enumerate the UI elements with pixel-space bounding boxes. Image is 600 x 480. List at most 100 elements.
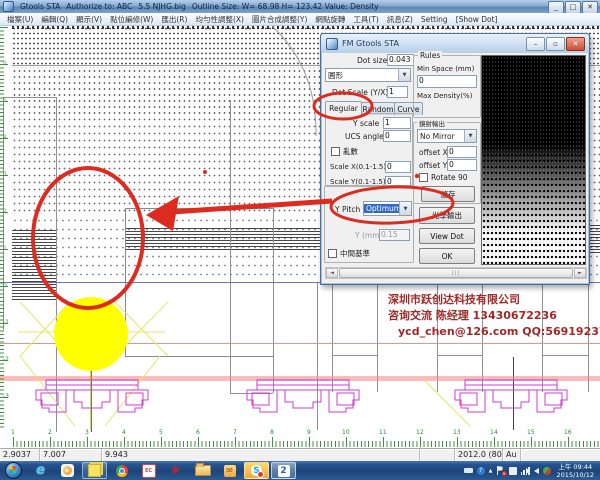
y-scale-input[interactable]: 1 <box>383 117 411 129</box>
offset-y-input[interactable]: 0 <box>447 159 477 171</box>
menu-view[interactable]: 顯示(V) <box>72 13 106 26</box>
vertical-ruler <box>0 26 10 430</box>
yellow-guide-line <box>20 302 70 356</box>
chevron-down-icon[interactable]: ▼ <box>464 130 476 142</box>
dialog-title: FM Gtools STA <box>342 39 399 48</box>
window-title: Gtools STA <box>20 2 60 11</box>
taskbar: e ▶ EC ❋ ✉ S 2 ? ▲ ✕ 上午 09:44 2015/10/12 <box>0 461 600 480</box>
menu-dot-edit[interactable]: 點位編修(W) <box>106 13 157 26</box>
taskbar-red-app[interactable]: ❋ <box>163 462 188 479</box>
ruler-label: -3 <box>3 394 9 400</box>
status-cell-spacer <box>521 449 600 461</box>
ruler-label: -1 <box>3 320 9 326</box>
rotate-90-checkbox[interactable]: Rotate 90 <box>419 173 467 182</box>
ruler-label: 16 <box>564 430 572 436</box>
checkbox-icon <box>328 249 337 258</box>
ruler-label: 1 <box>11 430 15 436</box>
ucs-angle-label: UCS angle <box>345 132 384 141</box>
offset-x-input[interactable]: 0 <box>447 146 477 158</box>
taskbar-media-player[interactable]: ▶ <box>55 462 80 479</box>
help-icon[interactable]: ? <box>477 467 485 475</box>
hidden-icons-chevron[interactable]: ▲ <box>489 467 493 475</box>
scrollbar-thumb[interactable]: ||| <box>339 268 573 278</box>
mirror-select[interactable]: No Mirror ▼ <box>417 129 477 143</box>
menu-export[interactable]: 匯出(R) <box>157 13 191 26</box>
middle-reference-checkbox[interactable]: 中間基準 <box>328 248 370 259</box>
media-player-icon: ▶ <box>61 464 74 477</box>
dialog-minimize-button[interactable]: – <box>526 37 545 51</box>
chevron-down-icon[interactable]: ▼ <box>399 202 411 215</box>
save-button[interactable]: 儲存 <box>421 186 475 202</box>
scroll-right-arrow[interactable]: ► <box>574 268 586 278</box>
menu-compose[interactable]: 圖片合成調整(Y) <box>248 13 311 26</box>
menu-tools[interactable]: 工具(T) <box>349 13 382 26</box>
action-center-flag-icon[interactable]: ✕ <box>497 466 505 475</box>
dialog-close-button[interactable]: ✕ <box>566 37 585 51</box>
y-pitch-label: Y Pitch <box>335 205 360 214</box>
dialog-maximize-button[interactable]: ▫ <box>546 37 565 51</box>
ruler-label: 3 <box>85 430 89 436</box>
menu-rotate[interactable]: 網點旋轉 <box>311 13 349 26</box>
ruler-label: 9 <box>307 430 311 436</box>
clock-date: 2015/10/12 <box>557 471 594 479</box>
taskbar-outlook[interactable]: ✉ <box>217 462 242 479</box>
dot-shape-select[interactable]: 圓形 ▼ <box>325 68 411 82</box>
ruler-label: 6 <box>3 61 7 67</box>
yellow-guide-line <box>105 356 160 426</box>
ruler-label: 2 <box>3 209 7 215</box>
menu-show-dot[interactable]: [Show Dot] <box>452 14 502 25</box>
ruler-label: 5 <box>159 430 163 436</box>
scroll-left-arrow[interactable]: ◄ <box>326 268 338 278</box>
cad-line <box>437 355 482 356</box>
ucs-angle-input[interactable]: 0 <box>383 130 411 142</box>
taskbar-clock[interactable]: 上午 09:44 2015/10/12 <box>555 463 600 479</box>
min-space-input[interactable]: 0 <box>417 75 477 88</box>
menu-file[interactable]: 檔案(U) <box>3 13 37 26</box>
taskbar-chrome[interactable] <box>109 462 134 479</box>
dialog-horizontal-scrollbar[interactable]: ◄ ||| ► <box>325 267 587 279</box>
volume-icon[interactable] <box>534 468 539 474</box>
cad-line <box>230 100 231 393</box>
folder-icon <box>195 465 211 476</box>
status-cell-y: 7.007 <box>40 449 102 461</box>
ime-icon[interactable] <box>509 467 517 475</box>
dot-size-input[interactable]: 0.043 <box>387 54 414 66</box>
start-button[interactable] <box>1 462 26 479</box>
scale-x-input[interactable]: 0 <box>385 161 411 173</box>
guide-red-line <box>0 343 600 344</box>
chevron-down-icon[interactable]: ▼ <box>398 69 410 81</box>
dot-scale-input[interactable]: 1 <box>387 86 408 98</box>
taskbar-internet-explorer[interactable]: e <box>28 462 53 479</box>
status-cell-z: 9.943 <box>102 449 420 461</box>
menu-info[interactable]: 訊息(Z) <box>383 13 417 26</box>
outlook-icon: ✉ <box>224 465 236 477</box>
keyboard-icon[interactable] <box>464 468 473 473</box>
tab-regular[interactable]: Regular <box>325 101 362 115</box>
optical-output-button[interactable]: 光學輸出 <box>419 207 475 224</box>
ec-app-icon: EC <box>142 464 156 478</box>
file-name: 5.5 NJHG.big <box>138 2 186 11</box>
ruler-label: 10 <box>342 430 350 436</box>
ok-button[interactable]: OK <box>419 248 475 264</box>
view-dot-button[interactable]: View Dot <box>419 228 475 244</box>
cad-line <box>56 97 57 432</box>
sync-icon[interactable] <box>543 467 551 475</box>
taskbar-ec-app[interactable]: EC <box>136 462 161 479</box>
taskbar-sticky-notes[interactable] <box>82 462 107 479</box>
random-checkbox[interactable]: 亂數 <box>331 146 358 157</box>
system-tray: ? ▲ ✕ <box>464 466 555 475</box>
menu-edit[interactable]: 編輯(Q) <box>37 13 72 26</box>
y-pitch-select[interactable]: Optimum ▼ <box>363 201 412 216</box>
menu-setting[interactable]: Setting <box>417 14 452 25</box>
menu-uniformity[interactable]: 均勻性調整(X) <box>191 13 248 26</box>
window-titlebar: Gtools STA Authorize to: ABC 5.5 NJHG.bi… <box>0 0 600 13</box>
taskbar-explorer[interactable] <box>190 462 215 479</box>
taskbar-skype[interactable]: S <box>244 462 269 479</box>
cad-line <box>273 208 274 393</box>
ruler-label: 1 <box>3 246 7 252</box>
taskbar-gtools-active[interactable]: 2 <box>271 462 296 479</box>
yellow-guide-line <box>20 356 75 426</box>
gtools-sta-screen: Gtools STA Authorize to: ABC 5.5 NJHG.bi… <box>0 0 600 480</box>
ruler-label: 0 <box>3 283 7 289</box>
ruler-label: 7 <box>233 430 237 436</box>
